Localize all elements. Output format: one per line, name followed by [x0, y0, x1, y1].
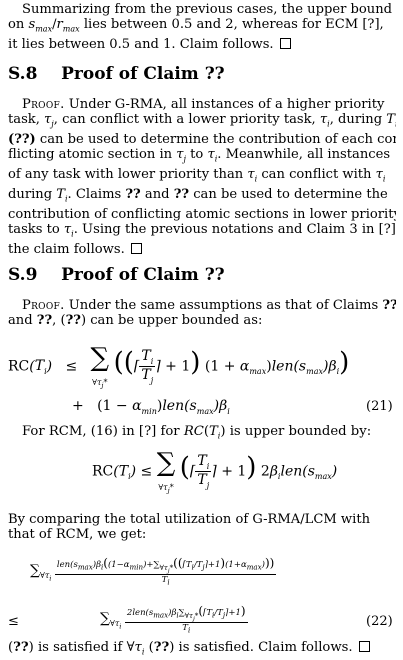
- s8-line-3: (??) can be used to determine the contri…: [8, 132, 396, 148]
- equation-number-22: (22): [366, 614, 393, 629]
- qed-box: [279, 38, 291, 50]
- section-title: Proof of Claim ??: [61, 265, 225, 285]
- s8-paragraph: Proof. Under G-RMA, all instances of a h…: [8, 97, 396, 257]
- intro-paragraph: Summarizing from the previous cases, the…: [8, 2, 396, 52]
- s8-line-9: the claim follows.: [8, 242, 396, 257]
- s9-line-2: and ??, (??) can be upper bounded as:: [8, 313, 263, 329]
- s8-line-5: of any task with lower priority than τi …: [8, 167, 386, 184]
- equation-22-rhs: ∑∀τi 2len(smax)βi∑∀τj*(⌈Ti/Tj⌉+1) Ti: [100, 604, 248, 635]
- qed-box: [130, 242, 142, 254]
- intro-line-3-text: it lies between 0.5 and 1. Claim follows…: [8, 37, 274, 53]
- intro-line-1: Summarizing from the previous cases, the…: [22, 2, 393, 17]
- intro-line-3: it lies between 0.5 and 1. Claim follows…: [8, 37, 396, 52]
- s8-line-9-text: the claim follows.: [8, 241, 125, 257]
- s8-line-1: Proof. Under G-RMA, all instances of a h…: [22, 97, 385, 112]
- paper-page: Summarizing from the previous cases, the…: [0, 0, 403, 659]
- section-number: S.9: [8, 265, 38, 285]
- s8-line-8: tasks to τi. Using the previous notation…: [8, 221, 396, 239]
- equation-21-line-1: RC(Ti) ≤ ∑ ∀τj* ((⌈ Ti Tj ⌉ + 1) (1 + αmax)l…: [8, 343, 350, 390]
- intro-line-2: on smax/rmax lies between 0.5 and 2, whe…: [8, 17, 384, 34]
- s8-line-7: contribution of conflicting atomic secti…: [8, 206, 396, 222]
- rcm-bound-equation: RC(Ti) ≤ ∑ ∀τj* (⌈ Ti Tj ⌉ + 1) 2βilen(smax): [92, 448, 338, 495]
- section-heading-s9: S.9 Proof of Claim ??: [8, 265, 225, 285]
- equation-number-21: (21): [366, 399, 393, 414]
- equation-22-line-2: ≤: [8, 614, 19, 629]
- s9-paragraph: Proof. Under the same assumptions as tha…: [8, 298, 396, 328]
- rcm-line: For RCM, (16) in [?] for RC(Ti) is upper…: [22, 424, 372, 441]
- s8-line-2: task, τj, can conflict with a lower prio…: [8, 112, 396, 129]
- s8-line-6: during Ti. Claims ?? and ?? can be used …: [8, 186, 388, 204]
- section-number: S.8: [8, 64, 38, 84]
- compare-paragraph: By comparing the total utilization of G-…: [8, 512, 396, 542]
- equation-21-line-2: + (1 − αmin)len(smax)βi: [72, 398, 230, 416]
- section-heading-s8: S.8 Proof of Claim ??: [8, 64, 225, 84]
- final-line: (??) is satisfied if ∀τi (??) is satisfi…: [8, 640, 370, 660]
- qed-box: [358, 641, 370, 652]
- s9-line-1: Proof. Under the same assumptions as tha…: [22, 298, 396, 313]
- compare-line-1: By comparing the total utilization of G-…: [8, 512, 371, 527]
- equation-22-line-1: ∑∀τi len(smax)βi((1−αmin)+∑∀τj*((⌈Ti/Tj⌉…: [30, 556, 277, 587]
- compare-line-2: that of RCM, we get:: [8, 527, 147, 543]
- section-title: Proof of Claim ??: [61, 64, 225, 84]
- s8-line-4: flicting atomic section in τj to τi. Mea…: [8, 147, 391, 164]
